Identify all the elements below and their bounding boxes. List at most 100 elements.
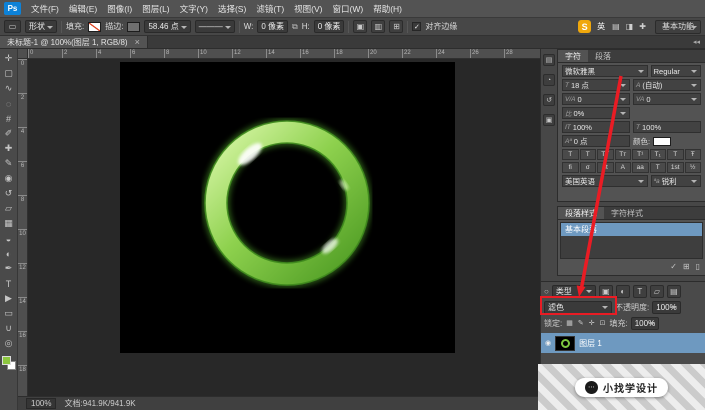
all-caps-button[interactable]: TT — [597, 149, 614, 160]
menu-layer[interactable]: 图层(L) — [137, 3, 174, 15]
brush-tool-icon[interactable]: ✎ — [1, 156, 17, 171]
ime-panel-icon[interactable]: ◨ — [625, 22, 635, 31]
proportional-spacing-field[interactable]: 比0% — [562, 107, 630, 119]
layer-visibility-eye-icon[interactable]: ◉ — [545, 339, 551, 347]
menu-filter[interactable]: 滤镜(T) — [251, 3, 289, 15]
document-canvas[interactable] — [120, 62, 455, 353]
eyedropper-tool-icon[interactable]: ✐ — [1, 126, 17, 141]
move-tool-icon[interactable]: ✛ — [1, 51, 17, 66]
font-size-field[interactable]: T18 点 — [562, 79, 630, 91]
layer-thumbnail[interactable] — [555, 336, 575, 351]
menu-type[interactable]: 文字(Y) — [175, 3, 213, 15]
link-dimensions-icon[interactable]: ⧉ — [292, 22, 298, 32]
menu-select[interactable]: 选择(S) — [213, 3, 251, 15]
stroke-swatch[interactable] — [127, 22, 140, 32]
strikethrough-button[interactable]: Ŧ — [685, 149, 702, 160]
menu-file[interactable]: 文件(F) — [26, 3, 64, 15]
fractions-button[interactable]: ½ — [685, 162, 702, 173]
hand-tool-icon[interactable]: ∪ — [1, 321, 17, 336]
kerning-field[interactable]: V/A0 — [562, 93, 630, 105]
font-family-dropdown[interactable]: 微软雅黑 — [562, 65, 648, 77]
type-tool-icon[interactable]: T — [1, 276, 17, 291]
new-style-icon[interactable]: ⊞ — [683, 262, 690, 271]
close-tab-icon[interactable]: × — [135, 37, 140, 47]
filter-smart-objects-icon[interactable]: ▤ — [667, 285, 681, 298]
blur-tool-icon[interactable]: ◒ — [1, 231, 17, 246]
underline-button[interactable]: T — [667, 149, 684, 160]
stroke-width-field[interactable]: 58.46 点 — [144, 20, 190, 33]
lock-pixels-icon[interactable]: ✎ — [577, 319, 585, 327]
foreground-color-swatch[interactable] — [2, 356, 11, 365]
shape-tool-icon[interactable]: ▭ — [1, 306, 17, 321]
delete-style-icon[interactable]: ▯ — [696, 262, 700, 271]
properties-panel-icon[interactable]: ◔ — [543, 74, 555, 86]
width-field[interactable]: 0 像素 — [257, 20, 288, 33]
workspace-switcher[interactable]: 基本功能 — [655, 20, 701, 34]
lock-all-icon[interactable]: ⊡ — [599, 319, 607, 327]
quick-select-tool-icon[interactable]: ◌ — [1, 96, 17, 111]
ime-keyboard-icon[interactable]: ▤ — [611, 22, 621, 31]
discretionary-ligatures-button[interactable]: st — [597, 162, 614, 173]
vertical-scale-field[interactable]: IT100% — [562, 121, 630, 133]
healing-brush-tool-icon[interactable]: ✚ — [1, 141, 17, 156]
filter-shape-layers-icon[interactable]: ▱ — [650, 285, 664, 298]
zoom-tool-icon[interactable]: ◎ — [1, 336, 17, 351]
tool-preset-icon[interactable]: ▭ — [4, 20, 21, 33]
superscript-button[interactable]: T¹ — [632, 149, 649, 160]
lasso-tool-icon[interactable]: ∿ — [1, 81, 17, 96]
ime-badge-icon[interactable]: S — [578, 20, 591, 33]
tab-paragraph-styles[interactable]: 段落样式 — [558, 207, 604, 219]
dodge-tool-icon[interactable]: ◐ — [1, 246, 17, 261]
path-alignment-icon[interactable]: ▥ — [371, 20, 385, 33]
faux-bold-button[interactable]: T — [562, 149, 579, 160]
ligatures-button[interactable]: fi — [562, 162, 579, 173]
filter-adjustment-layers-icon[interactable]: ◐ — [616, 285, 630, 298]
path-operations-icon[interactable]: ▣ — [353, 20, 367, 33]
menu-edit[interactable]: 编辑(E) — [64, 3, 102, 15]
leading-field[interactable]: A(自动) — [633, 79, 701, 91]
opacity-field[interactable]: 100% — [652, 301, 680, 314]
text-color-swatch[interactable] — [653, 137, 671, 146]
lock-transparency-icon[interactable]: ▦ — [565, 319, 574, 327]
layer-filter-dropdown[interactable]: 类型 — [552, 285, 596, 298]
stylistic-alternates-button[interactable]: aa — [632, 162, 649, 173]
eraser-tool-icon[interactable]: ▱ — [1, 201, 17, 216]
ime-settings-icon[interactable]: ✚ — [638, 22, 647, 31]
path-arrange-icon[interactable]: ⊞ — [389, 20, 403, 33]
menu-window[interactable]: 窗口(W) — [328, 3, 369, 15]
menu-image[interactable]: 图像(I) — [102, 3, 137, 15]
height-field[interactable]: 0 像素 — [314, 20, 345, 33]
blend-mode-dropdown[interactable]: 滤色 — [544, 301, 612, 314]
small-caps-button[interactable]: Tᴛ — [615, 149, 632, 160]
language-dropdown[interactable]: 美国英语 — [562, 175, 648, 187]
layer-row-layer1[interactable]: ◉ 图层 1 — [541, 333, 705, 353]
tab-character[interactable]: 字符 — [558, 50, 588, 62]
info-panel-icon[interactable]: ▤ — [543, 54, 555, 66]
subscript-button[interactable]: T₁ — [650, 149, 667, 160]
canvas-workspace[interactable] — [28, 59, 540, 396]
crop-tool-icon[interactable]: # — [1, 111, 17, 126]
menu-help[interactable]: 帮助(H) — [368, 3, 407, 15]
clone-stamp-tool-icon[interactable]: ◉ — [1, 171, 17, 186]
pen-tool-icon[interactable]: ✒ — [1, 261, 17, 276]
faux-italic-button[interactable]: T — [580, 149, 597, 160]
zoom-level-field[interactable]: 100% — [26, 398, 56, 409]
color-swatches[interactable] — [2, 356, 16, 370]
fill-opacity-field[interactable]: 100% — [631, 317, 659, 330]
tracking-field[interactable]: VA0 — [633, 93, 701, 105]
clear-override-icon[interactable]: ✓ — [670, 262, 677, 271]
document-tab[interactable]: 未标题-1 @ 100%(图层 1, RGB/8) × — [0, 36, 148, 48]
stroke-style-dropdown[interactable]: ——— — [195, 20, 235, 33]
contextual-alternates-button[interactable]: σ — [580, 162, 597, 173]
actions-panel-icon[interactable]: ▣ — [543, 114, 555, 126]
font-style-dropdown[interactable]: Regular — [651, 65, 701, 77]
history-brush-tool-icon[interactable]: ↺ — [1, 186, 17, 201]
collapse-panels-icon[interactable]: ◂◂ — [688, 36, 705, 48]
tool-mode-dropdown[interactable]: 形状 — [25, 20, 57, 33]
horizontal-scale-field[interactable]: T100% — [633, 121, 701, 133]
swash-button[interactable]: A — [615, 162, 632, 173]
menu-view[interactable]: 视图(V) — [289, 3, 327, 15]
align-edges-checkbox[interactable]: ✓ — [412, 22, 421, 31]
path-select-tool-icon[interactable]: ▶ — [1, 291, 17, 306]
ordinals-button[interactable]: 1st — [667, 162, 684, 173]
